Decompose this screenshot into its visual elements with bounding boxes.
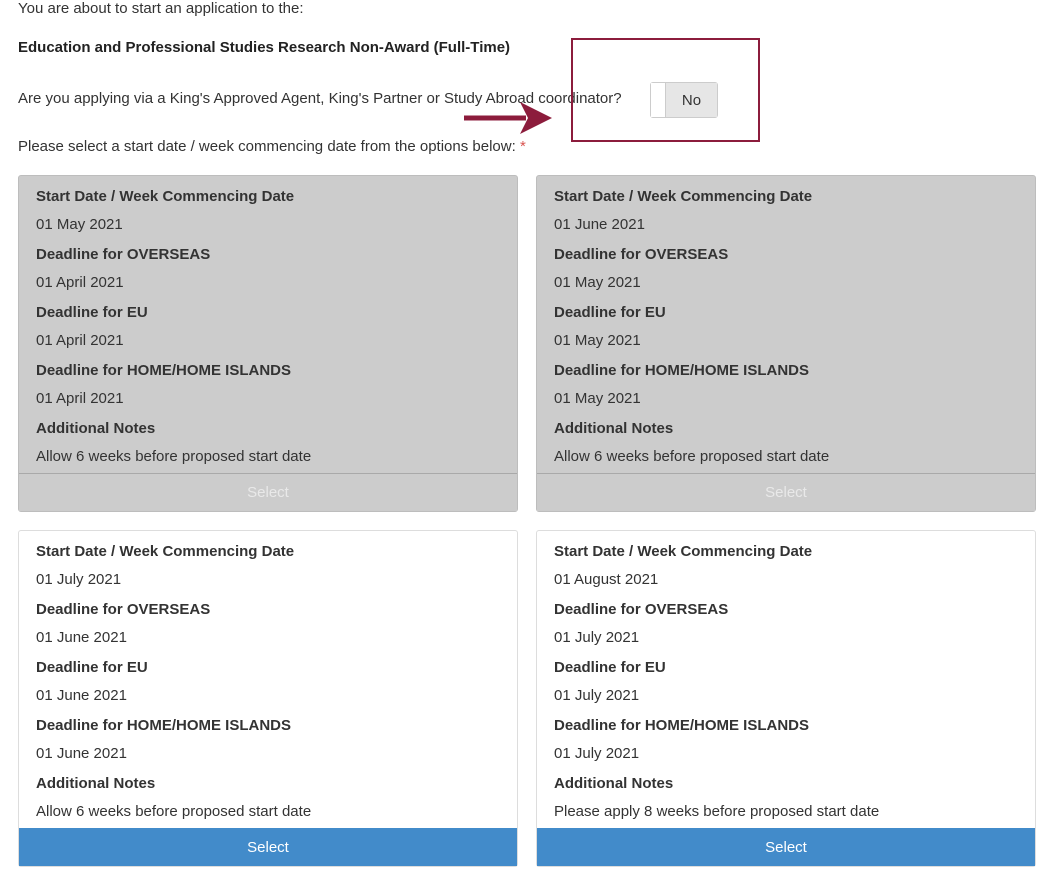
intro-text: You are about to start an application to… xyxy=(18,0,304,17)
additional-notes-value: Please apply 8 weeks before proposed sta… xyxy=(554,803,880,820)
home-deadline-label: Deadline for HOME/HOME ISLANDS xyxy=(554,362,810,379)
start-date-label: Start Date / Week Commencing Date xyxy=(554,543,813,560)
home-deadline-value: 01 July 2021 xyxy=(554,745,640,762)
overseas-deadline-value: 01 May 2021 xyxy=(554,274,641,291)
eu-deadline-value: 01 April 2021 xyxy=(36,332,124,349)
overseas-deadline-label: Deadline for OVERSEAS xyxy=(36,601,211,618)
select-button[interactable]: Select xyxy=(537,828,1035,866)
home-deadline-value: 01 April 2021 xyxy=(36,390,124,407)
overseas-deadline-label: Deadline for OVERSEAS xyxy=(36,246,211,263)
start-date-prompt: Please select a start date / week commen… xyxy=(18,138,526,156)
eu-deadline-label: Deadline for EU xyxy=(554,304,666,321)
overseas-deadline-label: Deadline for OVERSEAS xyxy=(554,246,729,263)
eu-deadline-value: 01 July 2021 xyxy=(554,687,640,704)
additional-notes-value: Allow 6 weeks before proposed start date xyxy=(36,803,312,820)
programme-title: Education and Professional Studies Resea… xyxy=(18,39,511,56)
home-deadline-label: Deadline for HOME/HOME ISLANDS xyxy=(36,362,292,379)
required-marker: * xyxy=(519,138,526,155)
start-date-card: Start Date / Week Commencing Date 01 May… xyxy=(18,175,518,512)
home-deadline-value: 01 June 2021 xyxy=(36,745,127,762)
eu-deadline-label: Deadline for EU xyxy=(36,304,148,321)
overseas-deadline-value: 01 April 2021 xyxy=(36,274,124,291)
additional-notes-label: Additional Notes xyxy=(36,775,156,792)
additional-notes-label: Additional Notes xyxy=(554,420,674,437)
eu-deadline-label: Deadline for EU xyxy=(554,659,666,676)
additional-notes-label: Additional Notes xyxy=(36,420,156,437)
eu-deadline-value: 01 June 2021 xyxy=(36,687,127,704)
start-date-value: 01 August 2021 xyxy=(554,571,659,588)
annotation-arrow-icon xyxy=(464,102,552,134)
overseas-deadline-value: 01 June 2021 xyxy=(36,629,127,646)
home-deadline-label: Deadline for HOME/HOME ISLANDS xyxy=(554,717,810,734)
eu-deadline-label: Deadline for EU xyxy=(36,659,148,676)
start-date-value: 01 July 2021 xyxy=(36,571,122,588)
overseas-deadline-label: Deadline for OVERSEAS xyxy=(554,601,729,618)
overseas-deadline-value: 01 July 2021 xyxy=(554,629,640,646)
home-deadline-label: Deadline for HOME/HOME ISLANDS xyxy=(36,717,292,734)
start-date-label: Start Date / Week Commencing Date xyxy=(554,188,813,205)
additional-notes-label: Additional Notes xyxy=(554,775,674,792)
start-date-card: Start Date / Week Commencing Date 01 Aug… xyxy=(536,530,1036,867)
select-button[interactable]: Select xyxy=(19,473,517,511)
select-button[interactable]: Select xyxy=(537,473,1035,511)
toggle-knob[interactable] xyxy=(651,83,666,117)
additional-notes-value: Allow 6 weeks before proposed start date xyxy=(36,448,312,465)
additional-notes-value: Allow 6 weeks before proposed start date xyxy=(554,448,830,465)
start-date-label: Start Date / Week Commencing Date xyxy=(36,188,295,205)
select-button[interactable]: Select xyxy=(19,828,517,866)
home-deadline-value: 01 May 2021 xyxy=(554,390,641,407)
start-date-value: 01 May 2021 xyxy=(36,216,123,233)
toggle-state-label: No xyxy=(666,83,717,117)
start-date-card: Start Date / Week Commencing Date 01 Jul… xyxy=(18,530,518,867)
agent-toggle[interactable]: No xyxy=(650,82,718,118)
start-date-value: 01 June 2021 xyxy=(554,216,645,233)
start-date-card: Start Date / Week Commencing Date 01 Jun… xyxy=(536,175,1036,512)
eu-deadline-value: 01 May 2021 xyxy=(554,332,641,349)
start-date-label: Start Date / Week Commencing Date xyxy=(36,543,295,560)
start-date-prompt-text: Please select a start date / week commen… xyxy=(18,138,516,155)
